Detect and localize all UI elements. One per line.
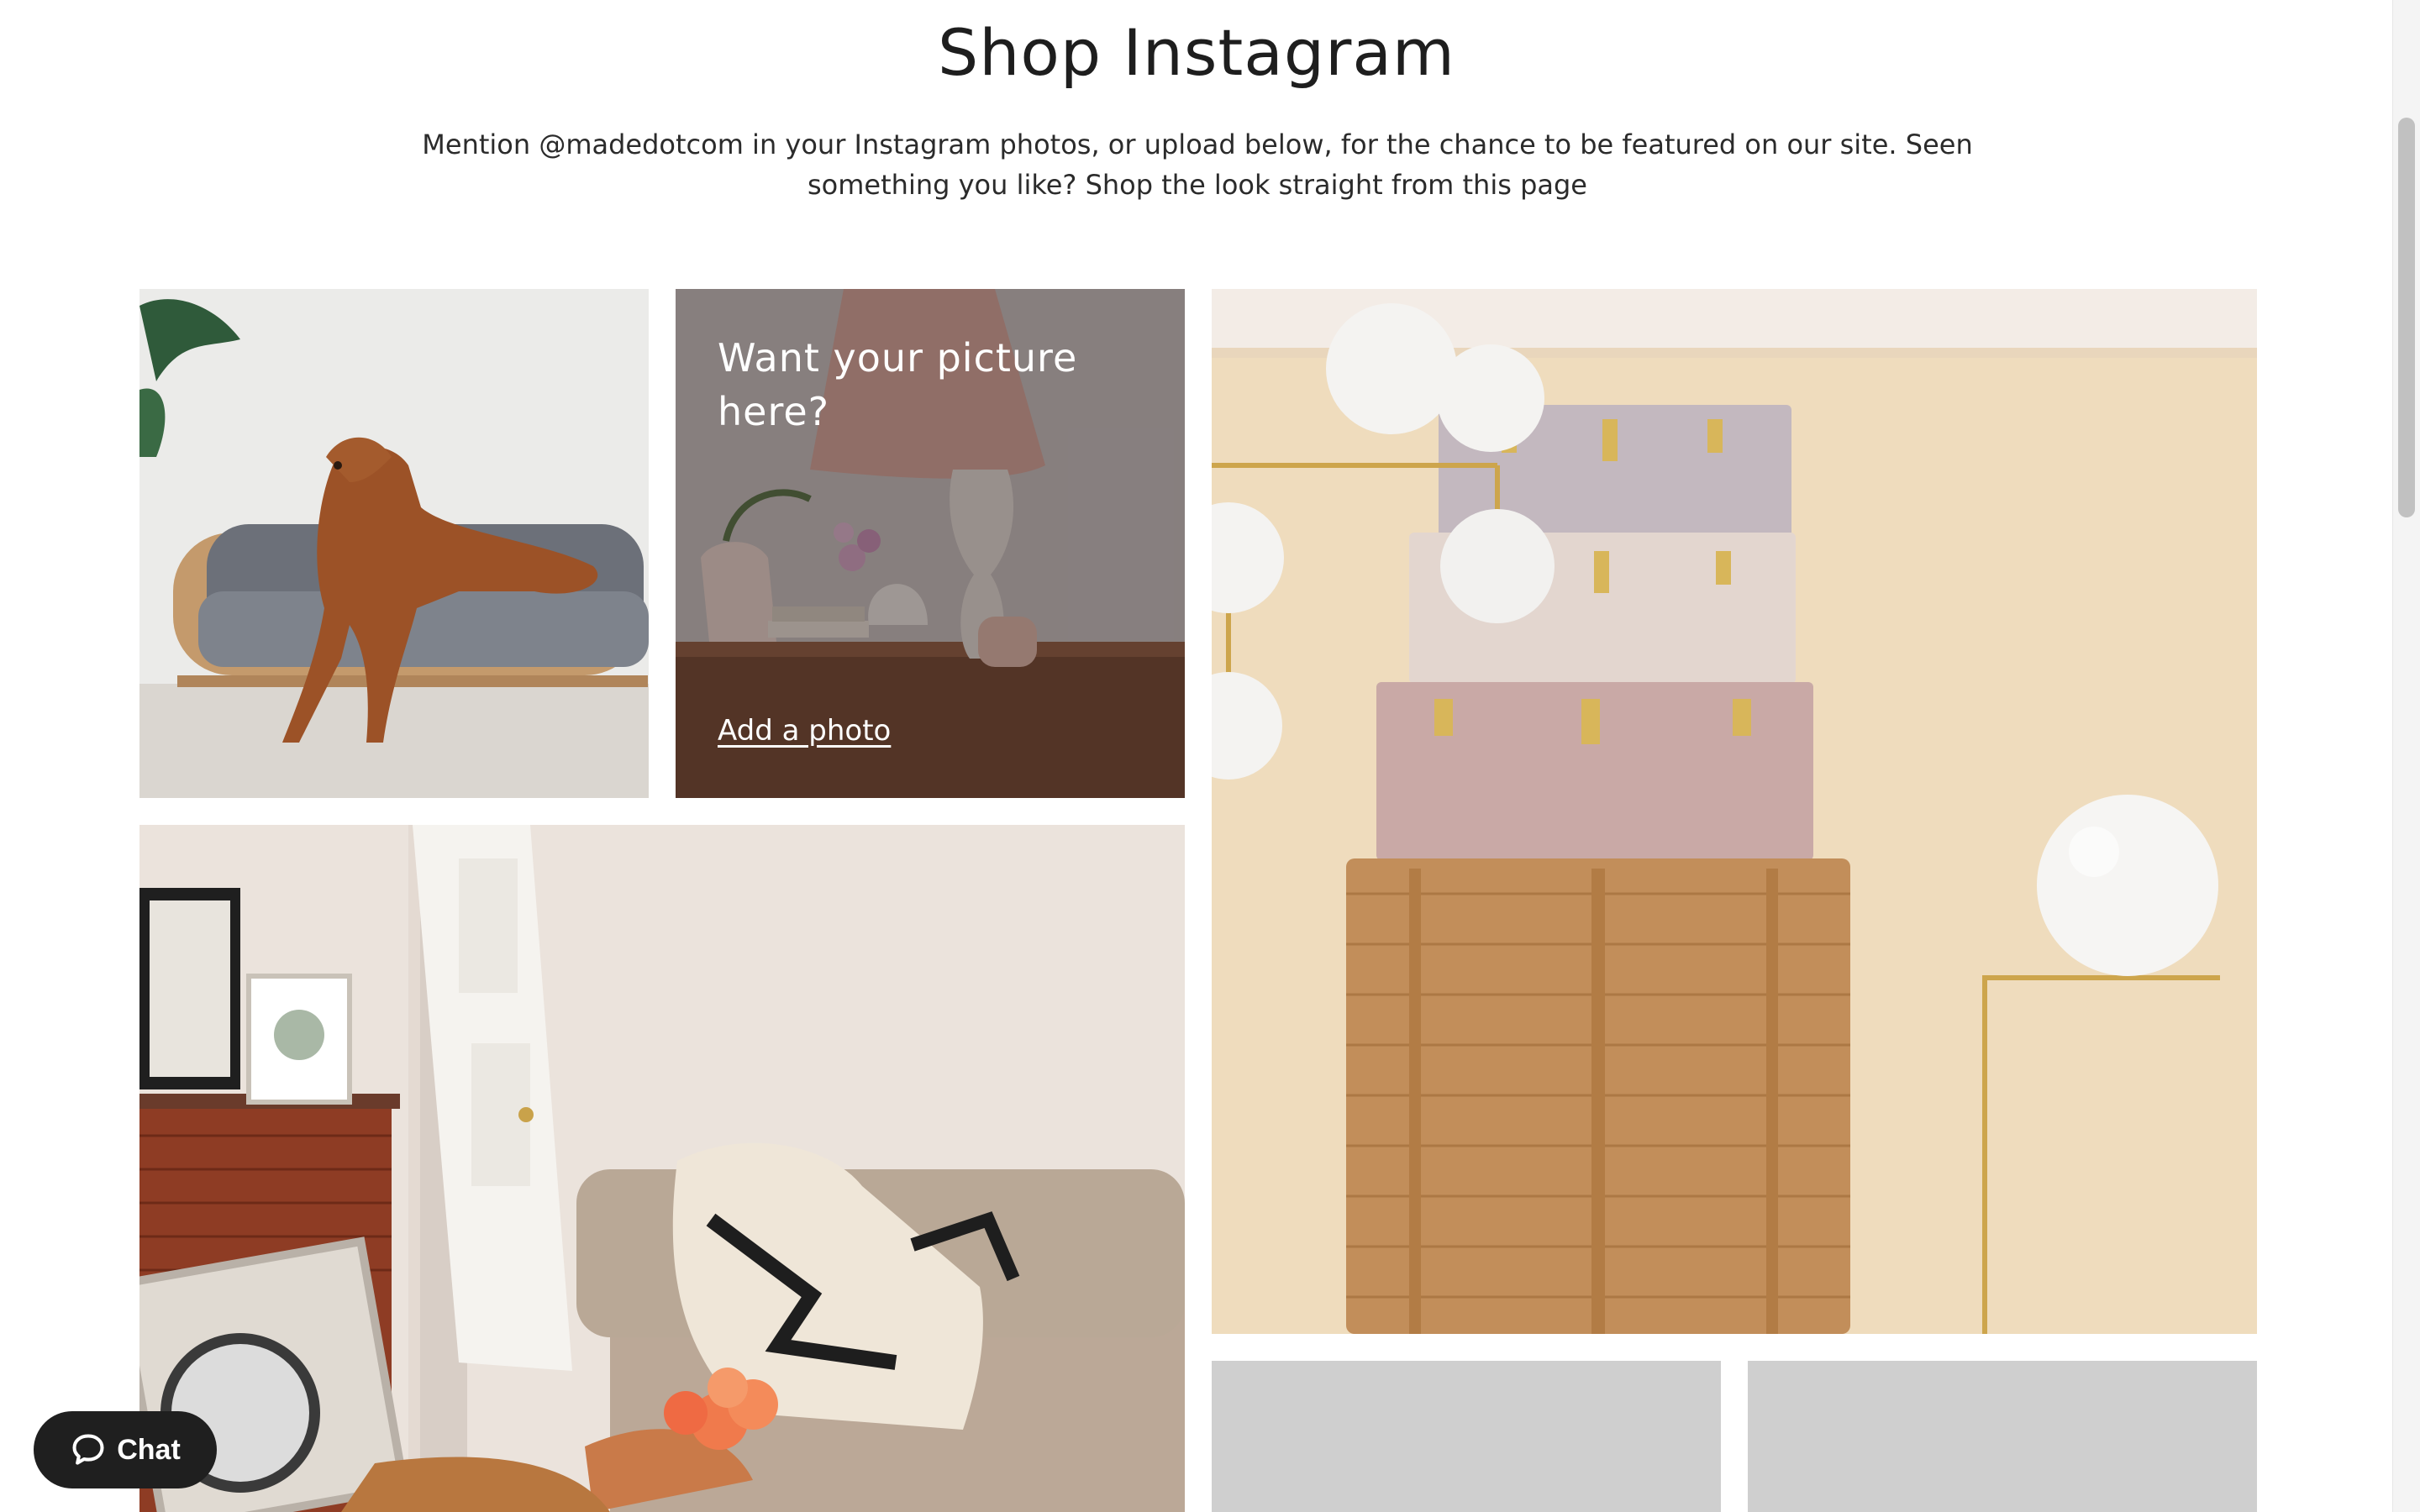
living-room-photo: [139, 825, 1185, 1512]
gallery-photo-dog-bed[interactable]: [139, 289, 649, 798]
upload-card-heading: Want your picture here?: [718, 335, 1078, 434]
add-photo-link[interactable]: Add a photo: [718, 714, 891, 748]
chat-bubble-icon: [72, 1434, 104, 1465]
rattan-cabinet-photo: [1212, 289, 2257, 1334]
chat-button[interactable]: Chat: [34, 1411, 217, 1488]
gallery-photo-rattan-cabinet[interactable]: [1212, 289, 2257, 1334]
chat-button-label: Chat: [117, 1433, 181, 1466]
page-intro: Mention @madedotcom in your Instagram ph…: [422, 129, 1973, 201]
dog-bed-photo: [139, 289, 649, 798]
page-title: Shop Instagram: [938, 15, 1455, 90]
scrollbar-thumb[interactable]: [2398, 118, 2415, 517]
gallery-photo-placeholder: [1748, 1361, 2257, 1512]
upload-photo-card: Want your picture here? Add a photo: [676, 289, 1185, 798]
page-scrollbar[interactable]: [2392, 0, 2420, 1512]
gallery-photo-placeholder: [1212, 1361, 1721, 1512]
gallery-photo-living-room[interactable]: [139, 825, 1185, 1512]
